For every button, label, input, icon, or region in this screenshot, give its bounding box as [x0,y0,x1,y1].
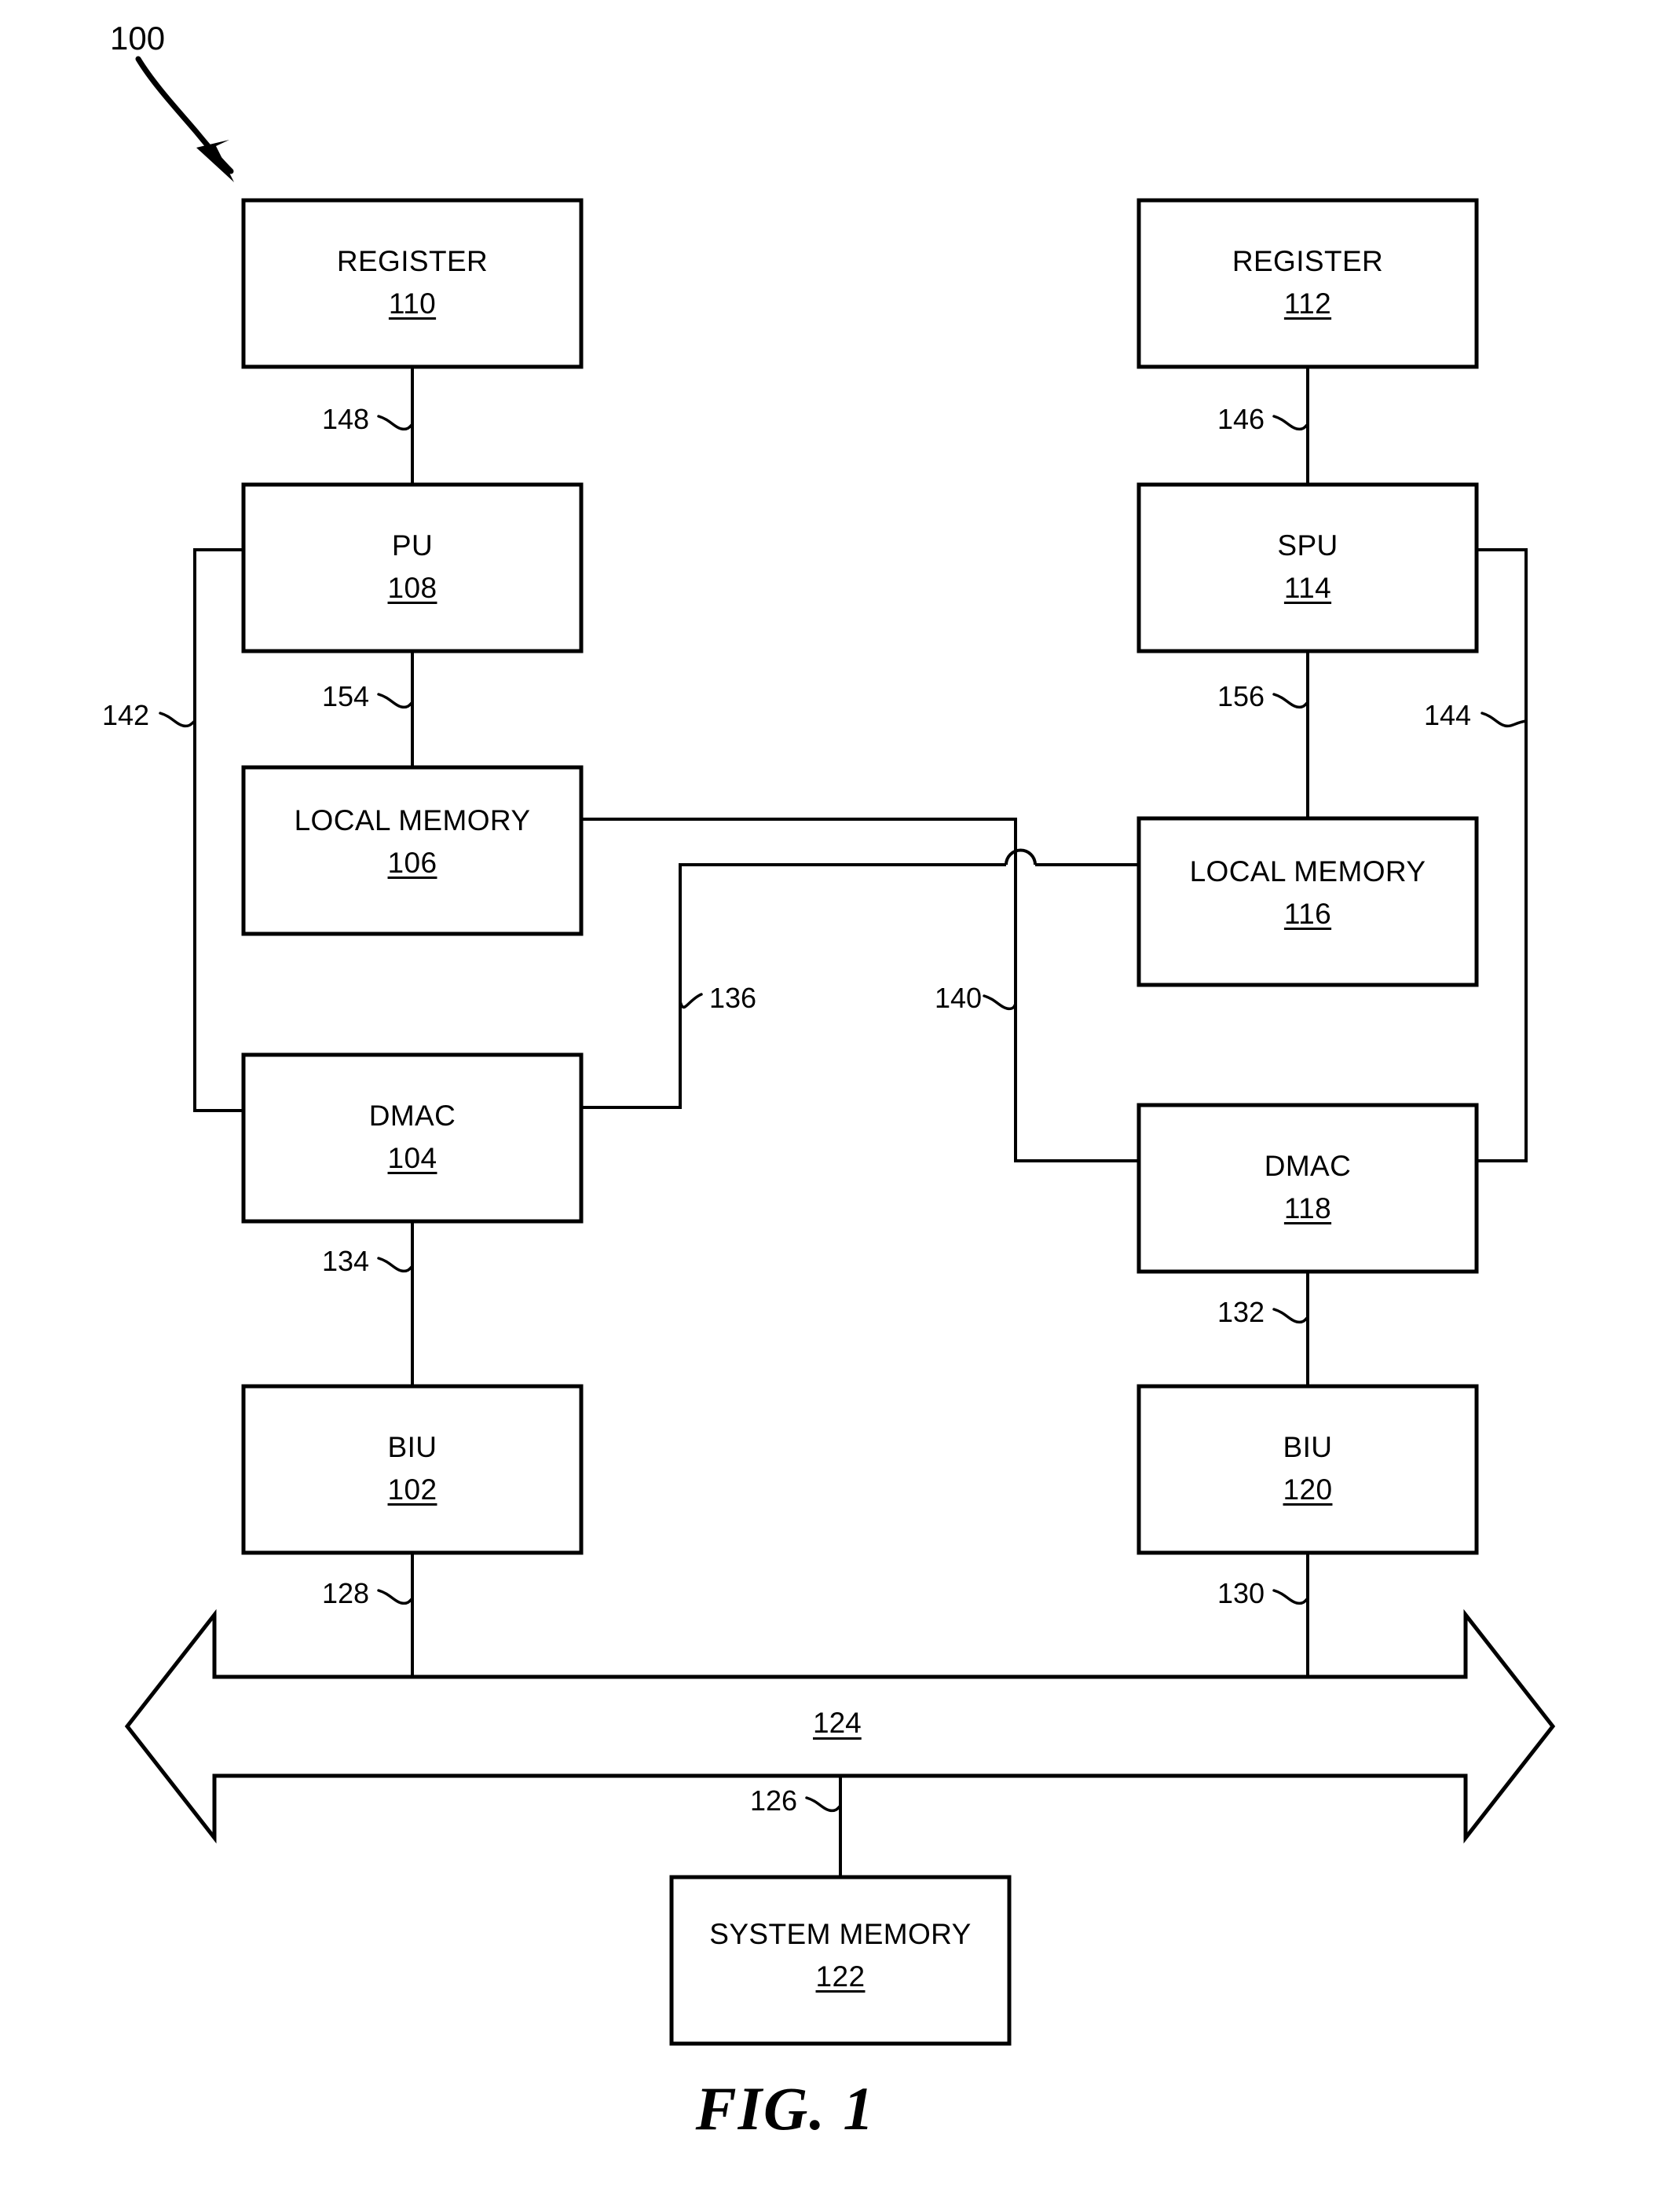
lead-148 [377,415,414,431]
ref-140: 140 [935,982,983,1014]
lead-132 [1272,1308,1309,1324]
lead-144 [1481,712,1528,728]
lead-128 [377,1589,414,1605]
lead-136 [679,993,703,1009]
dmac-104-box [241,1052,584,1224]
local-memory-106-box [241,765,584,936]
lead-140 [983,994,1017,1011]
ref-134: 134 [322,1245,370,1277]
ref-130: 130 [1217,1577,1265,1609]
lead-126 [805,1796,842,1813]
ref-132: 132 [1217,1296,1265,1328]
system-bus-124-number: 124 [813,1707,862,1739]
lead-134 [377,1257,414,1273]
line-142 [193,548,243,1112]
ref-156: 156 [1217,680,1265,712]
lead-130 [1272,1589,1309,1605]
system-memory-122-box [669,1875,1012,2046]
pu-108-box [241,482,584,653]
system-100-lead-arrow [135,56,234,182]
patent-figure-1: REGISTER 110 REGISTER 112 PU 108 SPU 114… [0,0,1680,2185]
ref-144: 144 [1424,699,1472,731]
lead-142 [159,712,196,728]
lead-156 [1272,693,1309,709]
ref-126: 126 [750,1784,798,1817]
system-100-number: 100 [110,20,166,57]
line-140-b [1014,865,1139,1162]
figure-caption: FIG. 1 [695,2074,876,2143]
spu-114-box [1136,482,1479,653]
biu-102-box [241,1384,584,1555]
local-memory-116-box [1136,816,1479,987]
ref-146: 146 [1217,403,1265,435]
wire-hop-icon [1005,848,1037,866]
register-110-box [241,198,584,369]
lead-154 [377,693,414,709]
ref-128: 128 [322,1577,370,1609]
biu-120-box [1136,1384,1479,1555]
lead-146 [1272,415,1309,431]
ref-142: 142 [102,699,150,731]
ref-136: 136 [709,982,757,1014]
register-112-box [1136,198,1479,369]
line-144 [1477,548,1528,1162]
ref-148: 148 [322,403,370,435]
ref-154: 154 [322,680,370,712]
line-136 [581,818,1017,865]
dmac-118-box [1136,1103,1479,1274]
diagram-vector-layer [124,56,1556,2046]
